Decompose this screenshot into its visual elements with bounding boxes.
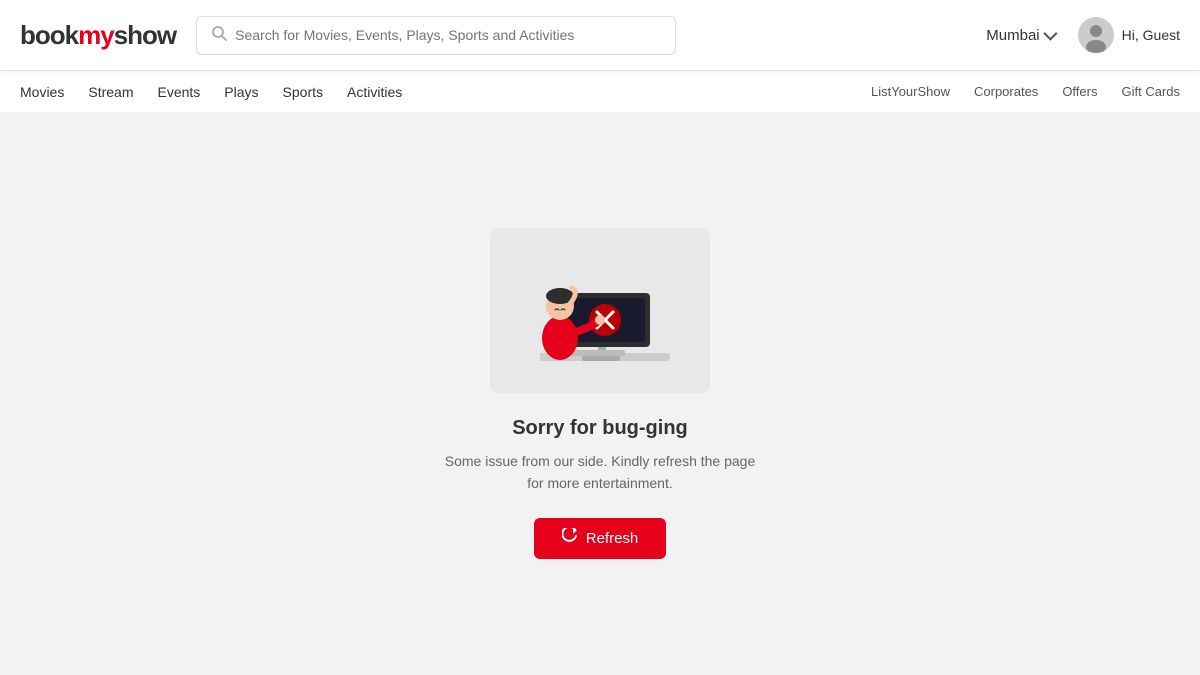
nav-item-activities[interactable]: Activities — [347, 80, 402, 104]
nav-item-stream[interactable]: Stream — [88, 80, 133, 104]
refresh-label: Refresh — [586, 530, 639, 547]
refresh-icon — [562, 528, 578, 549]
refresh-button[interactable]: Refresh — [534, 518, 667, 559]
nav-item-movies[interactable]: Movies — [20, 80, 64, 104]
error-subtitle: Some issue from our side. Kindly refresh… — [440, 450, 760, 495]
city-selector[interactable]: Mumbai — [986, 27, 1053, 44]
search-bar[interactable] — [196, 16, 676, 55]
main-content: Sorry for bug-ging Some issue from our s… — [0, 112, 1200, 675]
logo-text: bookmyshow — [20, 20, 176, 51]
city-name: Mumbai — [986, 27, 1039, 44]
nav-item-sports[interactable]: Sports — [283, 80, 323, 104]
nav-item-offers[interactable]: Offers — [1062, 84, 1097, 99]
search-input[interactable] — [235, 27, 661, 43]
error-illustration — [490, 228, 710, 393]
user-greeting: Hi, Guest — [1122, 27, 1180, 43]
user-section[interactable]: Hi, Guest — [1078, 17, 1180, 53]
nav-right: ListYourShow Corporates Offers Gift Card… — [871, 84, 1180, 99]
error-title: Sorry for bug-ging — [512, 417, 688, 440]
nav-item-events[interactable]: Events — [157, 80, 200, 104]
logo[interactable]: bookmyshow — [20, 20, 176, 51]
header-right: Mumbai Hi, Guest — [986, 17, 1180, 53]
nav-item-listyourshow[interactable]: ListYourShow — [871, 84, 950, 99]
nav-left: Movies Stream Events Plays Sports Activi… — [20, 80, 871, 104]
nav-item-corporates[interactable]: Corporates — [974, 84, 1038, 99]
chevron-down-icon — [1043, 27, 1057, 41]
site-header: bookmyshow Mumbai Hi, Guest — [0, 0, 1200, 70]
navbar: Movies Stream Events Plays Sports Activi… — [0, 70, 1200, 112]
avatar — [1078, 17, 1114, 53]
nav-item-giftcards[interactable]: Gift Cards — [1121, 84, 1180, 99]
nav-item-plays[interactable]: Plays — [224, 80, 258, 104]
search-icon — [211, 25, 227, 46]
